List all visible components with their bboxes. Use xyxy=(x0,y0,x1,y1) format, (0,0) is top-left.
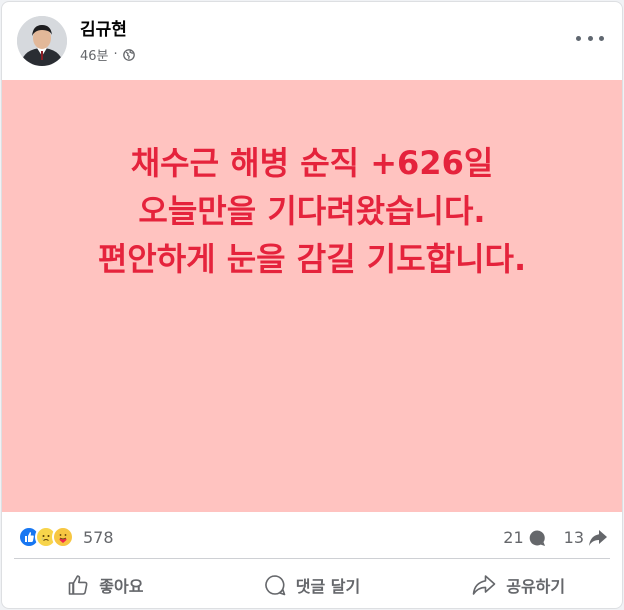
post-line: 편안하게 눈을 감길 기도합니다. xyxy=(97,240,527,278)
post-time[interactable]: 46분 xyxy=(80,45,109,64)
globe-icon xyxy=(122,48,135,61)
comment-label: 댓글 달기 xyxy=(295,577,361,596)
author-name[interactable]: 김규현 xyxy=(80,15,127,40)
share-label: 공유하기 xyxy=(506,577,566,596)
post-line: 오늘만을 기다려왔습니다. xyxy=(138,192,486,230)
share-arrow-icon xyxy=(589,529,607,546)
reaction-count[interactable]: 578 xyxy=(83,528,114,547)
more-dot xyxy=(587,35,593,41)
like-label: 좋아요 xyxy=(99,577,144,596)
share-count[interactable]: 13 xyxy=(564,528,608,547)
share-count-value: 13 xyxy=(563,528,584,547)
thumbs-up-icon xyxy=(68,575,88,595)
like-button[interactable]: 좋아요 xyxy=(2,560,209,608)
post-stats: 578 21 13 xyxy=(2,514,622,560)
action-bar: 좋아요 댓글 달기 공유하기 xyxy=(2,560,622,608)
comment-count[interactable]: 21 xyxy=(503,528,545,547)
divider xyxy=(14,558,610,559)
comment-icon xyxy=(264,575,286,596)
post-line: 채수근 해병 순직 +626일 xyxy=(130,144,494,182)
post-message: 채수근 해병 순직 +626일 오늘만을 기다려왔습니다. 편안하게 눈을 감길… xyxy=(2,139,622,283)
more-options-button[interactable] xyxy=(576,28,604,48)
more-horizontal-icon xyxy=(576,35,581,41)
share-icon xyxy=(472,575,496,595)
comment-button[interactable]: 댓글 달기 xyxy=(209,560,416,608)
comment-bubble-icon xyxy=(529,529,545,546)
post-meta: 46분 · xyxy=(80,45,135,64)
post-header: 김규현 46분 · xyxy=(2,2,622,80)
meta-separator: · xyxy=(113,47,118,62)
engagement-counts: 21 13 xyxy=(485,528,608,547)
avatar-image xyxy=(17,16,67,66)
avatar[interactable] xyxy=(17,16,67,66)
comment-count-value: 21 xyxy=(503,528,524,547)
more-dot xyxy=(599,35,604,41)
post-card: 김규현 46분 · 채수근 해병 순직 +626일 오늘만을 기다려왔습니다. … xyxy=(1,1,623,609)
care-icon xyxy=(52,526,74,548)
reaction-summary[interactable]: 578 xyxy=(18,526,114,548)
share-button[interactable]: 공유하기 xyxy=(415,560,622,608)
